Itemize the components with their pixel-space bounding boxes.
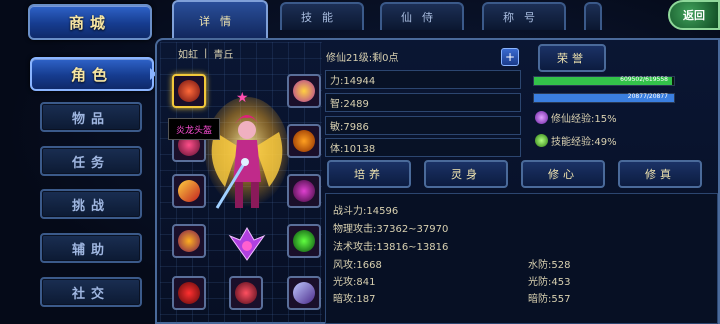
stat-constitution: 体:10138 xyxy=(325,138,521,157)
xiuxian-exp-text: 修仙经验:15% xyxy=(551,114,617,125)
tooltip-text: 炎龙头盔 xyxy=(175,125,212,136)
skill-exp: 技能经验:49% xyxy=(535,133,617,148)
tab-details[interactable]: 详情 xyxy=(172,0,268,40)
character-header: 如虹 | 青丘 xyxy=(178,44,318,62)
skill-exp-icon xyxy=(535,134,548,147)
light-attack: 光攻:841 xyxy=(333,277,376,288)
honor-button[interactable]: 荣誉 xyxy=(538,44,606,72)
level-info: 修仙21级:剩0点 xyxy=(326,49,398,64)
role-button[interactable]: 角色 xyxy=(30,57,154,91)
role-label: 角色 xyxy=(70,65,113,84)
weapon-icon xyxy=(178,180,200,202)
star-icon: ★ xyxy=(236,90,249,106)
mind-button[interactable]: 修心 xyxy=(521,160,605,188)
tab-label: 称号 xyxy=(503,11,545,24)
skill-exp-text: 技能经验:49% xyxy=(551,137,617,148)
light-defense: 光防:453 xyxy=(528,277,571,288)
stat-text: 敏:7986 xyxy=(330,122,369,133)
equipment-tooltip: 炎龙头盔 xyxy=(168,118,220,140)
level-text: 修仙21级:剩0点 xyxy=(326,53,399,64)
bracelet-icon xyxy=(293,180,315,202)
sub-button-label: 修真 xyxy=(645,168,675,181)
honor-label: 荣誉 xyxy=(557,52,587,65)
dark-attack: 暗攻:187 xyxy=(333,294,376,305)
magic-attack: 法术攻击:13816~13816 xyxy=(333,242,449,253)
shop-button[interactable]: 商城 xyxy=(28,4,152,40)
hp-bar-label: 609502/619558 xyxy=(620,76,668,83)
helmet-icon xyxy=(178,80,200,102)
mount-icon xyxy=(235,282,257,304)
tab-label: 技能 xyxy=(301,11,343,24)
back-button[interactable]: 返回 xyxy=(668,0,720,30)
mp-bar: 20877/20877 xyxy=(533,93,675,103)
equip-slot-belt[interactable] xyxy=(172,276,206,310)
dark-defense: 暗防:557 xyxy=(528,294,571,305)
menu-item-challenge[interactable]: 挑战 xyxy=(40,189,142,219)
equip-slot-mount[interactable] xyxy=(229,276,263,310)
equip-slot-weapon[interactable] xyxy=(172,174,206,208)
stat-agility: 敏:7986 xyxy=(325,116,521,135)
menu-item-label: 挑战 xyxy=(71,198,110,214)
amulet-icon xyxy=(293,230,315,252)
menu-item-social[interactable]: 社交 xyxy=(40,277,142,307)
hp-bar: 609502/619558 xyxy=(533,76,675,86)
equip-slot-wings[interactable] xyxy=(287,74,321,108)
menu-item-assist[interactable]: 辅助 xyxy=(40,233,142,263)
menu-item-items[interactable]: 物品 xyxy=(40,102,142,132)
tab-label: 仙侍 xyxy=(401,11,443,24)
character-figure-icon xyxy=(205,97,289,209)
game-screen: 商城 角色 物品 任务 挑战 辅助 社交 详情 技能 仙侍 称号 返回 如虹 |… xyxy=(0,0,720,324)
menu-item-label: 辅助 xyxy=(71,242,110,258)
stat-text: 体:10138 xyxy=(330,144,376,155)
equip-slot-ring[interactable] xyxy=(287,124,321,158)
sub-button-label: 培养 xyxy=(354,168,384,181)
equip-slot-bracelet[interactable] xyxy=(287,174,321,208)
equip-slot-helmet[interactable] xyxy=(172,74,206,108)
menu-item-label: 社交 xyxy=(71,286,110,302)
character-portrait xyxy=(205,92,289,222)
menu-item-tasks[interactable]: 任务 xyxy=(40,146,142,176)
belt-icon xyxy=(178,282,200,304)
stat-text: 力:14944 xyxy=(330,76,376,87)
menu-item-label: 任务 xyxy=(71,155,110,171)
tab-label: 详情 xyxy=(199,15,241,28)
header-divider: | xyxy=(204,47,208,59)
armor-icon xyxy=(178,230,200,252)
character-realm: 青丘 xyxy=(213,49,234,61)
cultivate-button[interactable]: 培养 xyxy=(327,160,411,188)
wind-attack: 风攻:1668 xyxy=(333,260,382,271)
tab-more[interactable] xyxy=(584,2,602,30)
boots-icon xyxy=(293,282,315,304)
equip-slot-boots[interactable] xyxy=(287,276,321,310)
combat-power: 战斗力:14596 xyxy=(333,206,399,217)
stat-strength: 力:14944 xyxy=(325,70,521,89)
xiuxian-exp: 修仙经验:15% xyxy=(535,110,617,125)
equip-slot-amulet[interactable] xyxy=(287,224,321,258)
tab-skills[interactable]: 技能 xyxy=(280,2,364,30)
ring-icon xyxy=(293,130,315,152)
stat-text: 智:2489 xyxy=(330,99,369,110)
stat-intelligence: 智:2489 xyxy=(325,93,521,112)
back-label: 返回 xyxy=(683,9,705,22)
spirit-body-button[interactable]: 灵身 xyxy=(424,160,508,188)
xiuxian-exp-icon xyxy=(535,111,548,124)
immortal-button[interactable]: 修真 xyxy=(618,160,702,188)
mp-bar-label: 20877/20877 xyxy=(627,93,668,100)
wings-icon xyxy=(293,80,315,102)
equip-slot-armor[interactable] xyxy=(172,224,206,258)
add-point-button[interactable]: + xyxy=(501,48,519,66)
wing-emblem-icon xyxy=(226,226,268,262)
physical-attack: 物理攻击:37362~37970 xyxy=(333,224,449,235)
water-defense: 水防:528 xyxy=(528,260,571,271)
tab-servants[interactable]: 仙侍 xyxy=(380,2,464,30)
menu-item-label: 物品 xyxy=(71,111,110,127)
tab-titles[interactable]: 称号 xyxy=(482,2,566,30)
sub-button-label: 灵身 xyxy=(451,168,481,181)
shop-label: 商城 xyxy=(68,13,111,32)
sub-button-label: 修心 xyxy=(548,168,578,181)
plus-icon: + xyxy=(504,50,516,64)
character-name: 如虹 xyxy=(178,49,198,61)
